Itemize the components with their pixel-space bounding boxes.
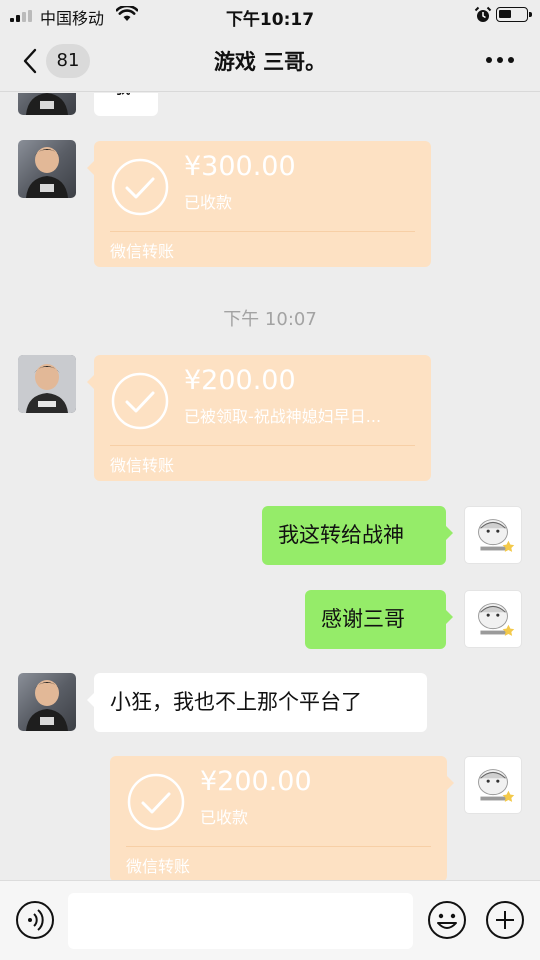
transfer-amount: ¥200.00 bbox=[200, 766, 312, 797]
message-text: 感谢三哥 bbox=[321, 607, 405, 631]
chat-title: 游戏 三哥。 bbox=[213, 50, 327, 74]
transfer-amount: ¥200.00 bbox=[184, 365, 296, 396]
message-text: 小狂，我也不上那个平台了 bbox=[110, 690, 362, 714]
divider bbox=[126, 846, 431, 847]
transfer-status: 已收款 bbox=[184, 193, 233, 212]
check-circle-icon bbox=[127, 773, 185, 831]
transfer-card[interactable]: ¥300.00 已收款 微信转账 bbox=[87, 141, 431, 267]
message-text: 我这转给战神 bbox=[278, 523, 404, 547]
nav-bar: 81 游戏 三哥。 bbox=[0, 30, 540, 92]
alarm-icon bbox=[474, 6, 492, 22]
check-circle-icon bbox=[111, 372, 169, 430]
sent-message-bubble[interactable]: 我这转给战神 bbox=[262, 506, 453, 565]
transfer-amount: ¥300.00 bbox=[184, 151, 296, 182]
transfer-label: 微信转账 bbox=[110, 456, 175, 475]
voice-input-icon[interactable] bbox=[15, 900, 55, 940]
my-avatar[interactable] bbox=[464, 506, 522, 564]
plus-icon[interactable] bbox=[485, 900, 525, 940]
contact-avatar[interactable] bbox=[18, 673, 76, 731]
chat-area[interactable]: 哦 ¥300.00 已收款 微信转账 下午 10:07 ¥200.00 已被领取… bbox=[0, 93, 540, 880]
transfer-card[interactable]: ¥200.00 已收款 微信转账 bbox=[110, 756, 454, 880]
battery-icon bbox=[496, 7, 532, 22]
message-bubble[interactable]: 哦 bbox=[94, 93, 158, 116]
contact-avatar[interactable] bbox=[18, 140, 76, 198]
contact-avatar[interactable] bbox=[18, 355, 76, 413]
message-bubble[interactable]: 小狂，我也不上那个平台了 bbox=[87, 673, 427, 732]
contact-avatar[interactable] bbox=[18, 93, 76, 115]
check-circle-icon bbox=[111, 158, 169, 216]
status-bar: 中国移动 下午10:17 bbox=[0, 0, 540, 30]
emoji-icon[interactable] bbox=[427, 900, 467, 940]
my-avatar[interactable] bbox=[464, 756, 522, 814]
transfer-card[interactable]: ¥200.00 已被领取-祝战神媳妇早日... 微信转账 bbox=[87, 355, 431, 481]
transfer-label: 微信转账 bbox=[126, 857, 191, 876]
message-text: 哦 bbox=[110, 93, 131, 98]
status-time: 下午10:17 bbox=[225, 10, 315, 30]
timestamp-label: 下午 10:07 bbox=[223, 309, 317, 330]
input-bar bbox=[0, 880, 540, 960]
my-avatar[interactable] bbox=[464, 590, 522, 648]
divider bbox=[110, 231, 415, 232]
transfer-status: 已被领取-祝战神媳妇早日... bbox=[184, 407, 382, 426]
transfer-status: 已收款 bbox=[200, 808, 249, 827]
divider bbox=[110, 445, 415, 446]
sent-message-bubble[interactable]: 感谢三哥 bbox=[305, 590, 453, 649]
message-input[interactable] bbox=[68, 893, 413, 949]
transfer-label: 微信转账 bbox=[110, 242, 175, 261]
more-options-button[interactable] bbox=[480, 50, 520, 70]
